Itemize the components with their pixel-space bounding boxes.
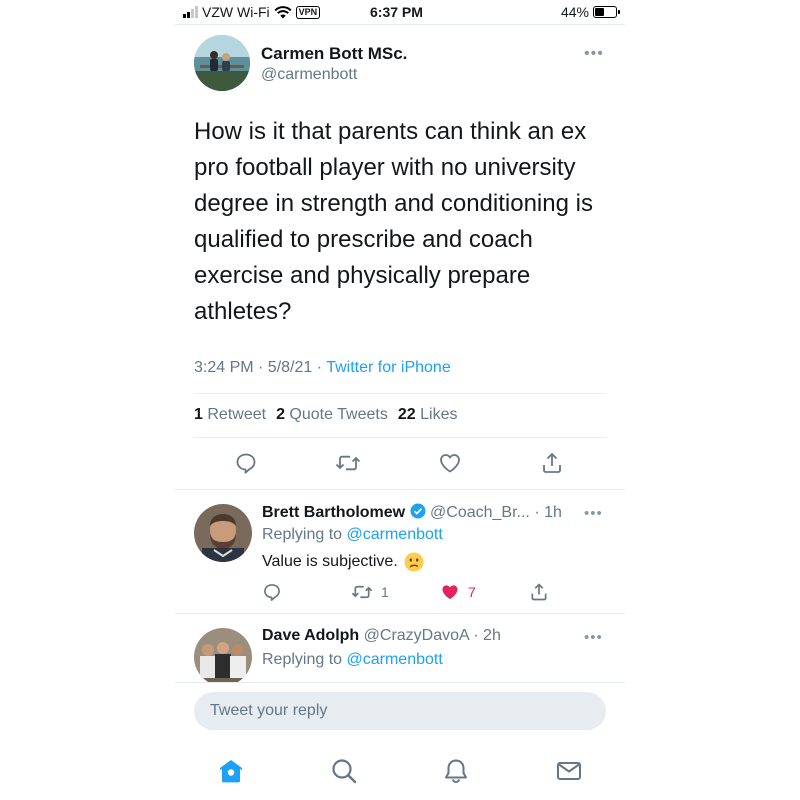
like-count: 7 <box>468 584 476 600</box>
reply-action[interactable] <box>262 582 282 602</box>
verified-badge-icon <box>410 503 426 519</box>
share-icon[interactable] <box>539 450 565 476</box>
battery-icon <box>593 6 620 18</box>
status-time: 6:37 PM <box>370 4 423 20</box>
mention-link[interactable]: @carmenbott <box>347 651 443 668</box>
divider <box>194 437 606 438</box>
status-left: VZW Wi-Fi VPN <box>183 4 321 20</box>
home-icon[interactable] <box>216 756 246 786</box>
divider <box>175 24 625 25</box>
share-action[interactable] <box>529 582 549 602</box>
divider <box>175 489 625 490</box>
quote-tweets-stat[interactable]: 2 Quote Tweets <box>276 406 388 424</box>
divider <box>194 393 606 394</box>
retweet-action[interactable]: 1 <box>351 582 389 602</box>
status-right: 44% <box>560 4 620 20</box>
carrier-label: VZW Wi-Fi <box>202 4 270 20</box>
reply-text-row: Value is subjective. <box>262 552 424 572</box>
reply-input[interactable] <box>194 692 606 730</box>
reply-header: Brett Bartholomew @Coach_Br... · 1h <box>262 503 562 522</box>
search-icon[interactable] <box>329 756 359 786</box>
tab-bar <box>175 750 625 790</box>
like-filled-icon[interactable] <box>440 582 460 602</box>
reply-header: Dave Adolph @CrazyDavoA · 2h <box>262 627 501 645</box>
retweets-stat[interactable]: 1 Retweet <box>194 406 266 424</box>
tweet-text: How is it that parents can think an ex p… <box>194 118 593 325</box>
reply-author-name[interactable]: Dave Adolph <box>262 627 359 644</box>
reply-avatar[interactable] <box>194 628 252 682</box>
like-icon[interactable] <box>437 450 463 476</box>
tweet-detail-screen: VZW Wi-Fi VPN 6:37 PM 44% Carmen Bott MS… <box>175 0 625 800</box>
wifi-icon <box>274 5 292 18</box>
avatar-photo <box>194 35 250 91</box>
retweet-icon[interactable] <box>335 450 361 476</box>
status-bar: VZW Wi-Fi VPN 6:37 PM 44% <box>175 0 625 24</box>
reply-avatar[interactable] <box>194 504 252 562</box>
tweet-time: 3:24 PM · 5/8/21 · <box>194 359 327 376</box>
tweet-stats: 1 Retweet 2 Quote Tweets 22 Likes <box>194 406 457 424</box>
reply-text: Value is subjective. <box>262 553 398 570</box>
like-action[interactable]: 7 <box>440 582 476 602</box>
battery-percent: 44% <box>560 4 589 20</box>
tweet-source-link[interactable]: Twitter for iPhone <box>326 359 451 376</box>
divider <box>175 682 625 683</box>
reply-icon[interactable] <box>262 582 282 602</box>
replying-to: Replying to @carmenbott <box>262 526 443 543</box>
signal-icon <box>183 6 198 18</box>
avatar-photo <box>194 628 252 682</box>
tweet-actions <box>175 450 625 478</box>
reply-icon[interactable] <box>233 450 259 476</box>
confused-face-emoji-icon <box>404 552 424 572</box>
reply-handle-time: @Coach_Br... · 1h <box>430 504 562 521</box>
author-avatar[interactable] <box>194 35 250 91</box>
more-horizontal-icon[interactable]: ••• <box>584 505 603 522</box>
author-name[interactable]: Carmen Bott MSc. <box>261 44 407 64</box>
reply-handle-time: @CrazyDavoA · 2h <box>363 627 501 644</box>
messages-icon[interactable] <box>554 756 584 786</box>
avatar-photo <box>194 504 252 562</box>
notifications-icon[interactable] <box>441 756 471 786</box>
retweet-count: 1 <box>381 584 389 600</box>
tweet-timestamp: 3:24 PM · 5/8/21 · Twitter for iPhone <box>194 359 451 377</box>
author-handle[interactable]: @carmenbott <box>261 66 357 84</box>
replying-to: Replying to @carmenbott <box>262 651 443 668</box>
mention-link[interactable]: @carmenbott <box>347 526 443 543</box>
more-horizontal-icon[interactable]: ••• <box>584 629 603 646</box>
likes-stat[interactable]: 22 Likes <box>398 406 458 424</box>
reply-author-name[interactable]: Brett Bartholomew <box>262 504 405 521</box>
vpn-badge: VPN <box>295 5 321 19</box>
more-horizontal-icon[interactable]: ••• <box>584 45 604 63</box>
share-icon[interactable] <box>529 582 549 602</box>
retweet-icon[interactable] <box>351 582 373 602</box>
reply-tweet[interactable]: Dave Adolph @CrazyDavoA · 2h ••• Replyin… <box>175 614 625 682</box>
